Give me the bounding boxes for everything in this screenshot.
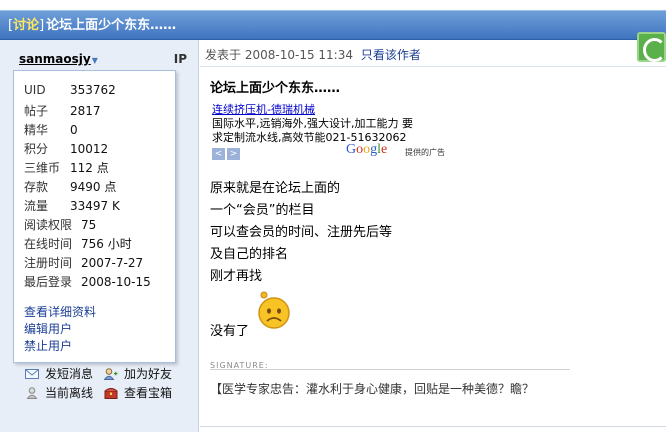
stat-online-time: 在线时间 756 小时 — [24, 237, 132, 251]
post-line: 及自己的排名 — [210, 247, 289, 262]
google-logo: Google — [346, 142, 388, 157]
stat-register-time: 注册时间 2007-7-27 — [24, 256, 144, 270]
add-friend-icon — [103, 368, 118, 380]
stat-digest: 精华 0 — [24, 123, 78, 137]
post-meta: 发表于 2008-10-15 11:34 只看该作者 — [205, 46, 421, 63]
ad-nav: < > — [212, 146, 242, 160]
view-treasure-button[interactable]: 查看宝箱 — [104, 384, 172, 402]
view-profile-link[interactable]: 查看详细资料 — [24, 303, 96, 319]
ad-next-button[interactable]: > — [227, 148, 240, 160]
treasure-icon — [104, 387, 118, 399]
offline-status: 当前离线 — [25, 384, 93, 402]
stat-posts: 帖子 2817 — [24, 104, 101, 118]
offline-icon — [25, 387, 39, 399]
message-icon — [25, 368, 39, 380]
post-title: 论坛上面少个东东…… — [210, 81, 341, 96]
ad-prev-button[interactable]: < — [212, 148, 225, 160]
ip-label[interactable]: IP — [174, 52, 187, 66]
post-bottom-divider — [200, 426, 666, 427]
meta-divider — [200, 66, 666, 67]
stat-points: 积分 10012 — [24, 142, 109, 156]
user-profile-card: UID 353762 帖子 2817 精华 0 积分 10012 三维币 112 点 存款… — [13, 70, 176, 363]
edit-user-link[interactable]: 编辑用户 — [24, 320, 72, 336]
ad-provided-label: 提供的广告 — [405, 148, 445, 157]
post-line: 刚才再找 — [210, 269, 263, 284]
signature-divider — [210, 369, 570, 370]
post-line: 一个“会员”的栏目 — [210, 203, 315, 218]
posted-time: 2008-10-15 11:34 — [244, 48, 353, 62]
username-row: sanmaosjy▼ IP — [19, 52, 197, 70]
stat-traffic: 流量 33497 K — [24, 199, 120, 213]
post-line: 没有了 — [210, 324, 250, 339]
ban-user-link[interactable]: 禁止用户 — [24, 337, 72, 353]
tag-bracket-close: ] — [39, 18, 45, 33]
username-link[interactable]: sanmaosjy — [19, 52, 91, 66]
posted-prefix: 发表于 — [205, 48, 242, 62]
stat-coins: 三维币 112 点 — [24, 161, 109, 175]
author-only-link[interactable]: 只看该作者 — [361, 48, 421, 62]
post-line: 原来就是在论坛上面的 — [210, 181, 341, 196]
stat-last-login: 最后登录 2008-10-15 — [24, 275, 151, 289]
user-sidebar: sanmaosjy▼ IP UID 353762 帖子 2817 精华 0 积分 100… — [0, 40, 199, 432]
thread-title: 论坛上面少个东东…… — [46, 18, 177, 33]
sad-smiley-icon — [255, 291, 293, 329]
chevron-down-icon[interactable]: ▼ — [92, 56, 98, 65]
thread-tag[interactable]: 讨论 — [13, 18, 39, 33]
post-line: 可以查会员的时间、注册先后等 — [210, 225, 393, 240]
google-ad: 连续挤压机-德瑞机械 国际水平,远销海外,强大设计,加工能力 要 求定制流水线,… — [210, 98, 445, 160]
send-message-button[interactable]: 发短消息 — [25, 365, 93, 383]
signature-text: 【医学专家忠告：灌水利于身心健康，回贴是一种美德？瞻？ — [210, 382, 535, 396]
stat-deposit: 存款 9490 点 — [24, 180, 117, 194]
tool-icon[interactable] — [637, 32, 666, 62]
add-friend-button[interactable]: 加为好友 — [103, 365, 172, 383]
stat-uid: UID 353762 — [24, 83, 116, 97]
stat-read-permission: 阅读权限 75 — [24, 218, 97, 232]
thread-title-bar: [讨论] 论坛上面少个东东…… — [0, 10, 666, 40]
